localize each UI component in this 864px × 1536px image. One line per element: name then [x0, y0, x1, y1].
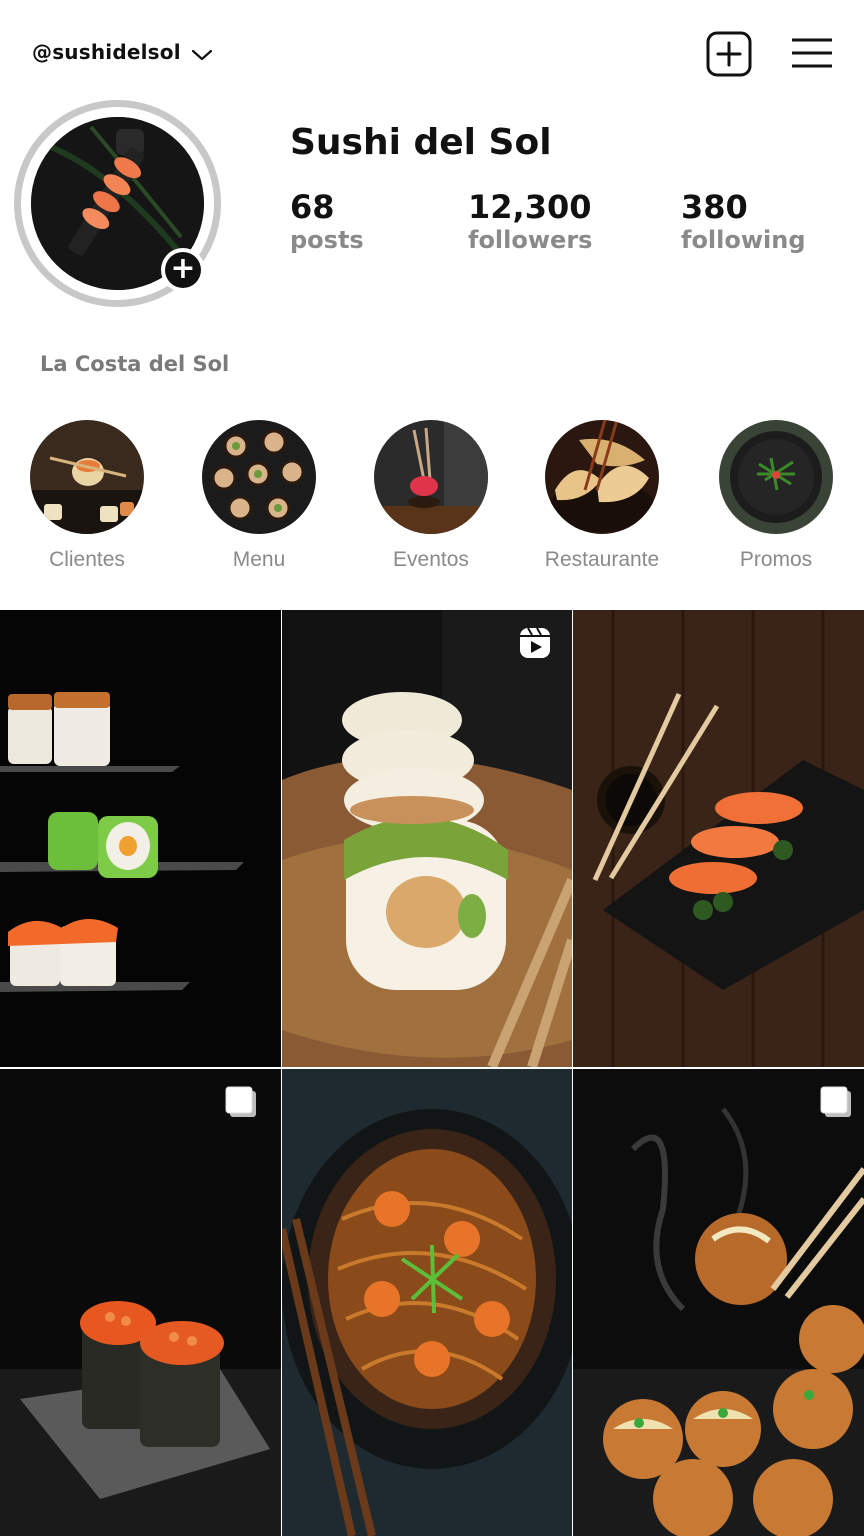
highlight-clientes[interactable]: Clientes [12, 420, 162, 572]
highlight-label: Eventos [393, 548, 469, 571]
account-switcher[interactable]: @sushidelsol [32, 40, 213, 64]
highlight-eventos[interactable]: Eventos [356, 420, 506, 572]
bio: La Costa del Sol [40, 352, 230, 376]
post-image [573, 610, 864, 1067]
add-square-icon[interactable] [706, 31, 752, 77]
multi-photo-icon [225, 1086, 256, 1117]
post-tile-1[interactable] [0, 610, 281, 1067]
chevron-down-icon [191, 49, 212, 61]
highlight-cover [202, 420, 316, 534]
username: @sushidelsol [32, 40, 181, 64]
posts-value: 68 [290, 188, 335, 226]
post-tile-3[interactable] [573, 610, 864, 1067]
highlight-promos[interactable]: Promos [701, 420, 851, 572]
highlight-label: Restaurante [544, 548, 660, 571]
post-image [573, 1069, 864, 1536]
posts-label: posts [290, 226, 364, 254]
followers-value: 12,300 [468, 188, 592, 226]
highlight-menu[interactable]: Menu [184, 420, 334, 572]
post-image [0, 1069, 281, 1536]
post-tile-6[interactable] [573, 1069, 864, 1536]
reel-icon [520, 627, 550, 658]
add-story-button[interactable]: + [161, 248, 205, 292]
post-tile-2[interactable] [282, 610, 572, 1067]
highlight-label: Clientes [49, 548, 125, 571]
post-image [282, 610, 572, 1067]
highlight-cover [30, 420, 144, 534]
post-image [0, 610, 281, 1067]
highlight-cover [719, 420, 833, 534]
highlight-label: Promos [739, 548, 813, 571]
highlight-cover [374, 420, 488, 534]
highlight-restaurante[interactable]: Restaurante [527, 420, 677, 572]
followers-label: followers [468, 226, 593, 254]
hamburger-menu-icon[interactable] [790, 36, 834, 70]
post-grid [0, 610, 864, 1536]
highlight-label: Menu [232, 548, 286, 571]
post-tile-5[interactable] [282, 1069, 572, 1536]
following-count[interactable]: 380 following [681, 188, 806, 254]
plus-icon: + [165, 252, 201, 288]
post-image [282, 1069, 572, 1536]
highlight-cover [545, 420, 659, 534]
following-value: 380 [681, 188, 748, 226]
followers-count[interactable]: 12,300 followers [468, 188, 592, 254]
posts-count[interactable]: 68 posts [290, 188, 364, 254]
multi-photo-icon [820, 1086, 851, 1117]
display-name: Sushi del Sol [290, 122, 552, 163]
following-label: following [681, 226, 806, 254]
post-tile-4[interactable] [0, 1069, 281, 1536]
